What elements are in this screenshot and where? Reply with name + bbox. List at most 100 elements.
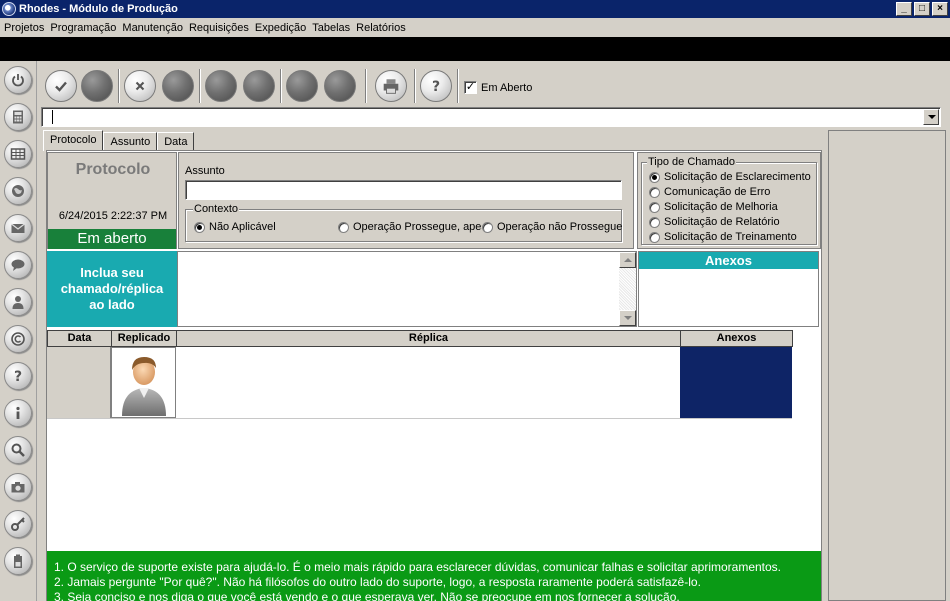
help-icon[interactable]: ? [420,70,452,102]
globe-icon[interactable] [4,177,32,205]
column-header-replica[interactable]: Réplica [176,330,681,347]
toolbar-button-6[interactable] [243,70,275,102]
attachments-panel[interactable]: Anexos [638,251,819,327]
menu-requisicoes[interactable]: Requisições [188,22,254,34]
radio-label: Operação não Prossegue [497,221,623,233]
radio-operacao-nao-prossegue[interactable]: Operação não Prossegue [482,221,622,233]
window-title: Rhodes - Módulo de Produção [19,3,178,15]
title-bar: Rhodes - Módulo de Produção _ □ × [0,0,950,18]
text-caret [52,110,53,124]
maximize-button[interactable]: □ [914,2,930,16]
menu-programacao[interactable]: Programação [49,22,121,34]
check-icon[interactable] [45,70,77,102]
calculator-icon[interactable] [4,103,32,131]
radio-label: Não Aplicável [209,221,276,233]
radio-melhoria[interactable]: Solicitação de Melhoria [649,201,778,213]
assunto-panel: Assunto Contexto Não Aplicável Operação … [178,152,634,249]
menu-bar: Projetos Programação Manutenção Requisiç… [0,18,950,37]
radio-operacao-prossegue[interactable]: Operação Prossegue, apes [338,221,482,233]
minimize-button[interactable]: _ [896,2,912,16]
reply-textarea[interactable] [177,251,637,327]
power-icon[interactable] [4,66,32,94]
toolbar-separator [414,69,416,103]
print-icon[interactable] [375,70,407,102]
menu-tabelas[interactable]: Tabelas [311,22,355,34]
toolbar-button-7[interactable] [286,70,318,102]
tip-line: 1. O serviço de suporte existe para ajud… [54,560,782,574]
tab-data[interactable]: Data [157,132,195,151]
camera-icon[interactable] [4,473,32,501]
app-icon [2,2,16,16]
table-cell-data[interactable] [47,347,111,418]
info-icon[interactable] [4,399,32,427]
radio-label: Solicitação de Treinamento [664,231,797,243]
copyright-icon[interactable] [4,325,32,353]
tab-assunto[interactable]: Assunto [103,132,158,151]
radio-nao-aplicavel[interactable]: Não Aplicável [194,221,276,233]
scrollbar[interactable] [619,252,636,326]
right-panel [828,130,946,601]
radio-dot[interactable] [194,221,205,233]
protocol-datetime: 6/24/2015 2:22:37 PM [58,210,168,222]
table-cell-replica[interactable] [176,347,680,418]
assunto-input[interactable] [185,180,622,200]
table-cell-anexos[interactable] [680,347,792,418]
menu-expedicao[interactable]: Expedição [254,22,311,34]
radio-dot[interactable] [482,221,493,233]
column-header-replicado[interactable]: Replicado [111,330,177,347]
scroll-down-icon[interactable] [619,310,636,326]
radio-dot[interactable] [649,216,660,228]
chevron-down-icon[interactable] [923,109,939,125]
checkbox-box[interactable]: ✓ [464,81,477,94]
radio-label: Comunicação de Erro [664,186,771,198]
search-combobox[interactable] [41,107,941,127]
toolbar-separator [365,69,367,103]
help-icon[interactable]: ? [4,362,32,390]
close-icon[interactable] [124,70,156,102]
search-icon[interactable] [4,436,32,464]
tab-strip: Protocolo Assunto Data [43,130,195,151]
key-icon[interactable] [4,510,32,538]
close-window-button[interactable]: × [932,2,948,16]
radio-esclarecimento[interactable]: Solicitação de Esclarecimento [649,171,811,183]
radio-dot[interactable] [338,221,349,233]
column-header-anexos[interactable]: Anexos [680,330,793,347]
table-cell-replicado[interactable] [111,347,176,418]
checkbox-label: Em Aberto [481,81,533,94]
menu-relatorios[interactable]: Relatórios [355,22,411,34]
sidebar: ? [0,61,37,601]
radio-dot[interactable] [649,201,660,213]
toolbar-button-5[interactable] [205,70,237,102]
protocol-title: Protocolo [75,161,151,178]
mail-icon[interactable] [4,214,32,242]
menu-manutencao[interactable]: Manutenção [121,22,188,34]
contexto-legend: Contexto [193,203,240,215]
scroll-up-icon[interactable] [619,252,636,268]
tab-protocolo[interactable]: Protocolo [43,130,104,151]
radio-dot[interactable] [649,186,660,198]
toolbar-separator [280,69,282,103]
radio-dot[interactable] [649,171,660,183]
radio-comunicacao-erro[interactable]: Comunicação de Erro [649,186,770,198]
radio-relatorio[interactable]: Solicitação de Relatório [649,216,780,228]
attachments-header: Anexos [639,252,818,269]
chat-icon[interactable] [4,251,32,279]
radio-dot[interactable] [649,231,660,243]
toolbar-button-8[interactable] [324,70,356,102]
table-icon[interactable] [4,140,32,168]
toolbar-button-2[interactable] [81,70,113,102]
toolbar-separator [199,69,201,103]
menu-projetos[interactable]: Projetos [3,22,49,34]
em-aberto-checkbox[interactable]: ✓ Em Aberto [464,81,532,94]
svg-text:?: ? [432,79,440,94]
tipo-panel: Tipo de Chamado Solicitação de Esclareci… [637,152,821,249]
toolbar: ? ✓ Em Aberto [37,61,950,106]
toolbar-button-4[interactable] [162,70,194,102]
user-icon[interactable] [4,288,32,316]
tipo-group: Tipo de Chamado Solicitação de Esclareci… [641,156,817,245]
assunto-label: Assunto [185,165,225,177]
battery-icon[interactable] [4,547,32,575]
row-divider [47,418,792,419]
radio-treinamento[interactable]: Solicitação de Treinamento [649,231,797,243]
column-header-data[interactable]: Data [47,330,112,347]
